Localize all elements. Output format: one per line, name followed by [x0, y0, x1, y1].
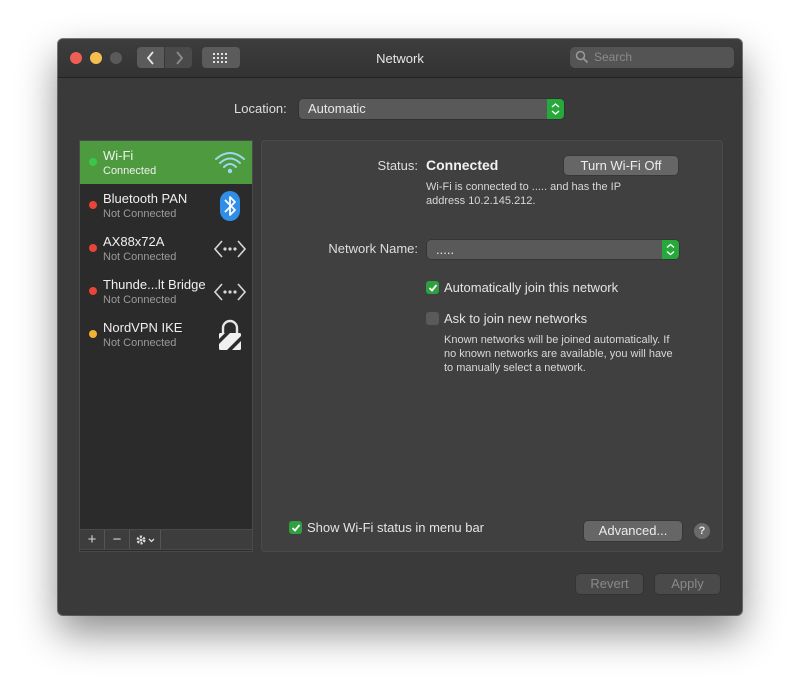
popup-arrows-icon: [547, 99, 564, 119]
status-label: Status:: [377, 158, 418, 173]
service-name: AX88x72A: [103, 234, 165, 249]
service-status: Connected: [103, 165, 157, 177]
service-item-bluetooth-pan[interactable]: Bluetooth PAN Not Connected: [80, 184, 252, 227]
bluetooth-icon: [220, 191, 240, 221]
service-name: NordVPN IKE: [103, 320, 183, 335]
search-icon: [575, 50, 589, 64]
service-name: Bluetooth PAN: [103, 191, 188, 206]
ask-join-description-line: no known networks are available, you wil…: [444, 348, 673, 360]
service-name: Thunde...lt Bridge: [103, 277, 206, 292]
revert-button[interactable]: Revert: [576, 574, 643, 594]
checkmark-icon: [428, 283, 437, 292]
action-menu-button[interactable]: [130, 530, 161, 549]
show-status-label[interactable]: Show Wi-Fi status in menu bar: [307, 520, 484, 535]
auto-join-checkbox[interactable]: [426, 281, 439, 294]
status-dot: [89, 287, 97, 295]
remove-service-button[interactable]: −: [105, 530, 130, 549]
status-description-line: address 10.2.145.212.: [426, 195, 536, 207]
lock-icon: [219, 319, 241, 350]
title-bar: Network Search: [58, 39, 742, 78]
status-dot: [89, 158, 97, 166]
service-item-nordvpn-ike[interactable]: NordVPN IKE Not Connected: [80, 313, 252, 356]
service-item-thunderbolt-bridge[interactable]: Thunde...lt Bridge Not Connected: [80, 270, 252, 313]
add-service-button[interactable]: +: [80, 530, 105, 549]
network-preferences-window: Network Search Location: Automatic Wi-Fi…: [58, 39, 742, 615]
service-item-wifi[interactable]: Wi-Fi Connected: [80, 141, 252, 184]
location-label: Location:: [234, 101, 287, 116]
service-list: Wi-Fi Connected Bluetooth PAN Not Connec…: [79, 140, 253, 552]
status-dot: [89, 330, 97, 338]
ask-join-description-line: Known networks will be joined automatica…: [444, 334, 670, 346]
service-list-toolbar: + −: [79, 529, 253, 550]
ask-join-description: Known networks will be joined automatica…: [444, 333, 673, 375]
location-value: Automatic: [308, 101, 366, 116]
ethernet-icon: [214, 240, 246, 258]
service-status: Not Connected: [103, 251, 177, 263]
popup-arrows-icon: [662, 240, 679, 259]
advanced-button[interactable]: Advanced...: [584, 521, 682, 541]
service-status: Not Connected: [103, 337, 177, 349]
status-description: Wi-Fi is connected to ..... and has the …: [426, 180, 621, 208]
network-name-popup[interactable]: .....: [427, 240, 679, 259]
service-status: Not Connected: [103, 208, 177, 220]
show-status-checkbox[interactable]: [289, 521, 302, 534]
search-placeholder: Search: [594, 50, 633, 64]
ask-join-description-line: to manually select a network.: [444, 362, 586, 374]
help-button[interactable]: ?: [694, 523, 710, 539]
network-name-label: Network Name:: [328, 241, 418, 256]
status-description-line: Wi-Fi is connected to ..... and has the …: [426, 181, 622, 193]
search-field[interactable]: Search: [570, 47, 734, 68]
checkmark-icon: [291, 523, 300, 532]
network-name-value: .....: [436, 242, 455, 257]
ethernet-icon: [214, 283, 246, 301]
apply-button[interactable]: Apply: [655, 574, 720, 594]
location-popup[interactable]: Automatic: [299, 99, 564, 119]
wifi-icon: [215, 152, 245, 174]
service-name: Wi-Fi: [103, 148, 134, 163]
ask-join-label[interactable]: Ask to join new networks: [444, 311, 587, 326]
service-item-ax88x72a[interactable]: AX88x72A Not Connected: [80, 227, 252, 270]
status-dot: [89, 244, 97, 252]
status-dot: [89, 201, 97, 209]
auto-join-label[interactable]: Automatically join this network: [444, 280, 618, 295]
turn-wifi-off-button[interactable]: Turn Wi-Fi Off: [564, 156, 678, 175]
service-status: Not Connected: [103, 294, 177, 306]
ask-join-checkbox[interactable]: [426, 312, 439, 325]
status-value: Connected: [426, 157, 499, 173]
gear-icon: [136, 534, 155, 545]
